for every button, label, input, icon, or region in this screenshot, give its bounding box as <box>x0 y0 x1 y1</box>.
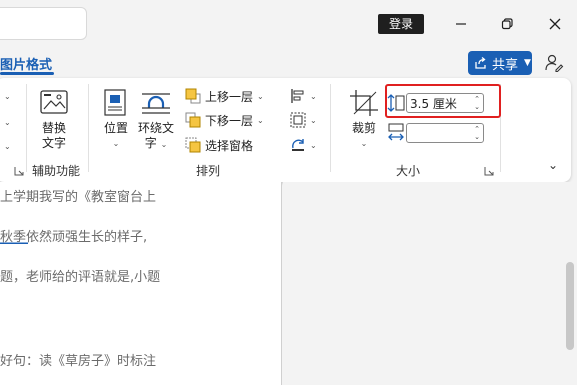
selection-pane-label: 选择窗格 <box>205 138 254 153</box>
share-icon <box>475 56 486 69</box>
chevron-down-icon[interactable]: ⌄ <box>4 142 11 151</box>
chevron-down-icon[interactable]: ⌄ <box>4 92 11 101</box>
dialog-launcher-icon[interactable] <box>14 166 24 176</box>
position-label: 位置 <box>103 121 128 135</box>
width-spinner[interactable]: ⌃ ⌄ <box>474 125 480 141</box>
chevron-down-icon: ⌄ <box>112 139 120 148</box>
group-separator <box>26 84 27 172</box>
align-icon <box>291 89 304 103</box>
login-button[interactable]: 登录 <box>378 14 424 34</box>
send-backward-button[interactable]: 下移一层 ⌄ <box>185 110 264 130</box>
shape-width-icon <box>388 123 404 141</box>
close-button[interactable] <box>540 10 570 38</box>
crop-label: 裁剪 <box>351 121 376 135</box>
selection-pane-icon <box>185 137 201 153</box>
wrap-text-label-2: 字 ⌄ <box>144 136 168 150</box>
document-line: 题，老师给的评语就是,小题 <box>0 270 161 285</box>
chevron-down-icon: ⌄ <box>310 140 317 150</box>
crop-button[interactable]: 裁剪 ⌄ <box>348 88 380 151</box>
bring-forward-button[interactable]: 上移一层 ⌄ <box>185 86 264 106</box>
height-field-highlight <box>385 84 501 118</box>
rotate-button[interactable]: ⌄ <box>290 135 317 155</box>
ribbon-tab-row: 图片格式 共享 ▼ <box>0 48 577 78</box>
group-separator <box>330 84 331 172</box>
alt-text-label-2: 文字 <box>41 136 66 150</box>
send-backward-label: 下移一层 <box>205 113 254 128</box>
alt-text-icon <box>40 90 68 114</box>
shape-width-field[interactable]: ⌃ ⌄ <box>406 123 484 143</box>
share-button[interactable]: 共享 ▼ <box>468 51 532 75</box>
crop-icon <box>350 90 378 116</box>
alt-text-button[interactable]: 替换 文字 <box>38 88 70 151</box>
close-icon <box>549 18 561 30</box>
group-objects-icon <box>290 112 306 128</box>
dialog-launcher-icon[interactable] <box>484 166 494 176</box>
rotate-icon <box>292 139 304 151</box>
coauthor-icon[interactable] <box>544 53 564 73</box>
chevron-down-icon: ⌄ <box>257 91 264 101</box>
size-group-label: 大小 <box>396 164 421 178</box>
document-line: 秋季依然顽强生长的样子, <box>0 230 148 245</box>
selection-pane-button[interactable]: 选择窗格 <box>185 135 253 155</box>
wrap-text-label-1: 环绕文 <box>138 121 175 135</box>
document-page[interactable]: 上学期我写的《教室窗台上 秋季依然顽强生长的样子, 题，老师给的评语就是,小题 … <box>0 182 282 385</box>
alt-text-label-1: 替换 <box>41 121 66 135</box>
title-bar: 登录 <box>0 0 577 48</box>
chevron-down-icon: ⌄ <box>310 91 317 101</box>
group-objects-button[interactable]: ⌄ <box>290 110 317 130</box>
send-backward-icon <box>185 112 201 128</box>
group-separator <box>88 84 89 172</box>
restore-button[interactable] <box>492 10 522 38</box>
vertical-scrollbar[interactable] <box>566 262 574 350</box>
restore-icon <box>501 18 513 30</box>
chevron-down-icon[interactable]: ⌄ <box>4 118 11 127</box>
minimize-icon <box>456 23 466 25</box>
chevron-down-icon: ⌄ <box>257 115 264 125</box>
position-button[interactable]: 位置 ⌄ <box>100 88 132 151</box>
align-button[interactable]: ⌄ <box>290 86 317 106</box>
minimize-button[interactable] <box>446 10 476 38</box>
arrange-group-label: 排列 <box>196 164 221 178</box>
bring-forward-icon <box>185 88 201 104</box>
wrap-text-button[interactable]: 环绕文 字 ⌄ <box>138 88 174 152</box>
canvas-background <box>283 182 577 385</box>
collapse-ribbon-icon[interactable]: ⌄ <box>548 158 558 172</box>
chevron-down-icon: ⌄ <box>310 115 317 125</box>
chevron-down-icon: ⌄ <box>360 139 368 148</box>
accessibility-group-label: 辅助功能 <box>32 164 81 178</box>
document-line: 上学期我写的《教室窗台上 <box>0 190 157 205</box>
document-line: 好句：读《草房子》时标注 <box>0 354 157 369</box>
tab-picture-format[interactable]: 图片格式 <box>0 54 52 73</box>
bring-forward-label: 上移一层 <box>205 89 254 104</box>
chevron-down-icon: ▼ <box>524 58 531 68</box>
share-label: 共享 <box>492 57 519 73</box>
wrap-text-icon <box>142 93 170 114</box>
search-box[interactable] <box>0 7 87 40</box>
active-tab-indicator <box>0 72 54 75</box>
position-icon <box>104 89 126 116</box>
